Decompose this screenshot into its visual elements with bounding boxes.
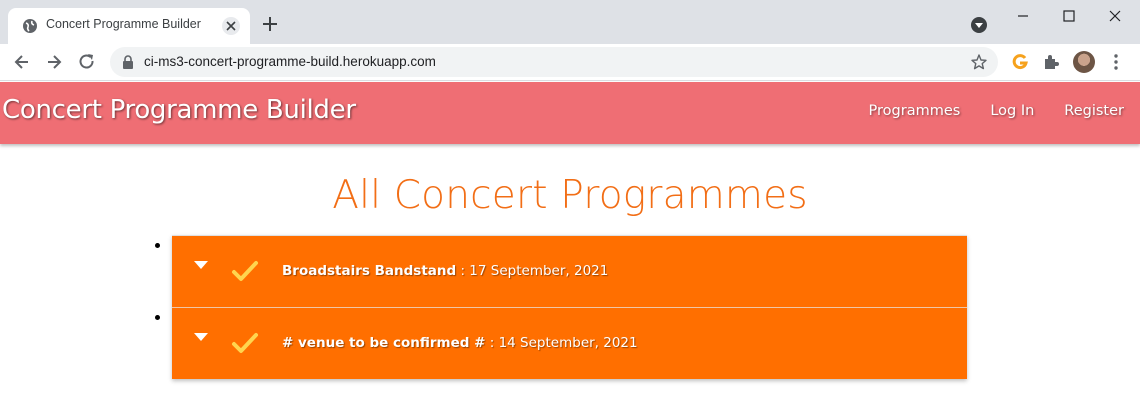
address-bar[interactable]: ci-ms3-concert-programme-build.herokuapp… — [110, 47, 998, 77]
programme-summary: Broadstairs Bandstand : 17 September, 20… — [282, 263, 608, 279]
tab-title: Concert Programme Builder — [46, 17, 201, 31]
minimize-icon[interactable] — [1013, 6, 1033, 26]
close-window-icon[interactable] — [1105, 6, 1125, 26]
programme-date: : 14 September, 2021 — [485, 335, 638, 351]
programme-venue: Broadstairs Bandstand — [282, 263, 457, 279]
programme-summary: # venue to be confirmed # : 14 September… — [282, 335, 638, 351]
lock-icon[interactable] — [122, 55, 134, 69]
forward-arrow-icon[interactable] — [44, 52, 64, 72]
site-navbar: Concert Programme Builder Programmes Log… — [0, 82, 1140, 144]
browser-tabstrip: Concert Programme Builder — [0, 0, 1140, 44]
maximize-icon[interactable] — [1059, 6, 1079, 26]
caret-down-icon[interactable] — [193, 332, 209, 342]
plus-icon[interactable] — [260, 14, 280, 34]
programme-list: Broadstairs Bandstand : 17 September, 20… — [172, 235, 967, 379]
globe-icon — [23, 19, 37, 33]
puzzle-icon[interactable] — [1041, 52, 1061, 72]
back-arrow-icon[interactable] — [12, 52, 32, 72]
close-icon[interactable] — [222, 17, 240, 35]
programme-venue: # venue to be confirmed # — [282, 335, 486, 351]
programme-date: : 17 September, 2021 — [456, 263, 609, 279]
brand-logo[interactable]: Concert Programme Builder — [2, 95, 356, 125]
star-icon[interactable] — [970, 53, 988, 71]
nav-links: Programmes Log In Register — [869, 103, 1124, 119]
nav-link-login[interactable]: Log In — [990, 103, 1034, 119]
avatar[interactable] — [1073, 51, 1095, 73]
check-icon — [232, 333, 258, 353]
tab-search-icon[interactable] — [970, 16, 988, 34]
reload-icon[interactable] — [77, 52, 97, 72]
programme-row[interactable]: # venue to be confirmed # : 14 September… — [172, 307, 967, 379]
programme-row[interactable]: Broadstairs Bandstand : 17 September, 20… — [172, 235, 967, 307]
nav-link-register[interactable]: Register — [1064, 103, 1124, 119]
nav-link-programmes[interactable]: Programmes — [869, 103, 961, 119]
caret-down-icon[interactable] — [193, 260, 209, 270]
grammarly-icon[interactable] — [1010, 52, 1030, 72]
browser-tab[interactable]: Concert Programme Builder — [8, 8, 250, 44]
url-text[interactable]: ci-ms3-concert-programme-build.herokuapp… — [144, 54, 436, 69]
check-icon — [232, 261, 258, 281]
page-title: All Concert Programmes — [332, 173, 808, 218]
browser-toolbar: ci-ms3-concert-programme-build.herokuapp… — [0, 44, 1140, 81]
kebab-menu-icon[interactable] — [1106, 52, 1126, 72]
